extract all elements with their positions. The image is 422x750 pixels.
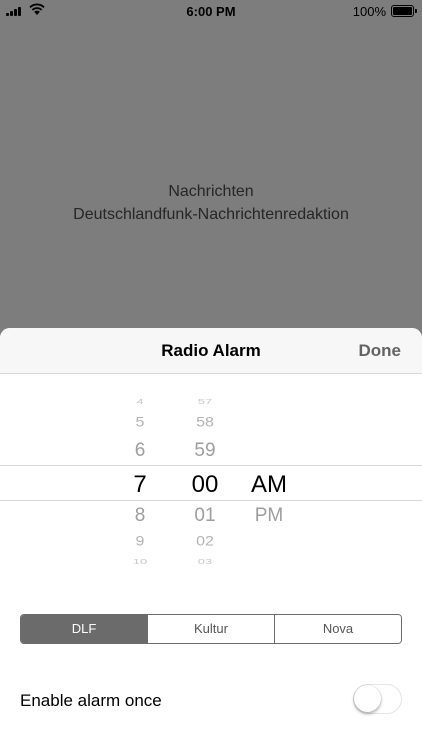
radio-alarm-sheet: Radio Alarm Done 4 5 6 7 8 9 10 57 58 59… — [0, 328, 422, 750]
battery-percent: 100% — [352, 4, 386, 19]
ampm-wheel[interactable]: AM PM — [229, 374, 309, 574]
toggle-knob — [354, 685, 381, 712]
status-bar: 6:00 PM 100% — [0, 0, 422, 22]
station-segment-kultur[interactable]: Kultur — [147, 615, 274, 643]
time-picker[interactable]: 4 5 6 7 8 9 10 57 58 59 00 01 02 03 AM P… — [0, 374, 422, 574]
program-subtitle: Deutschlandfunk-Nachrichtenredaktion — [73, 206, 349, 223]
sheet-header: Radio Alarm Done — [0, 328, 422, 374]
station-segment-dlf[interactable]: DLF — [21, 615, 147, 643]
done-button[interactable]: Done — [359, 341, 402, 361]
enable-alarm-once-toggle[interactable] — [353, 684, 402, 714]
now-playing-info: Nachrichten Deutschlandfunk-Nachrichtenr… — [0, 180, 422, 226]
battery-icon — [391, 5, 417, 17]
station-selector[interactable]: DLF Kultur Nova — [20, 614, 402, 644]
program-title: Nachrichten — [168, 183, 254, 200]
ampm-selected[interactable]: AM — [229, 471, 309, 499]
enable-alarm-once-label: Enable alarm once — [20, 691, 162, 710]
station-segment-nova[interactable]: Nova — [274, 615, 401, 643]
ampm-option[interactable]: PM — [229, 505, 309, 527]
